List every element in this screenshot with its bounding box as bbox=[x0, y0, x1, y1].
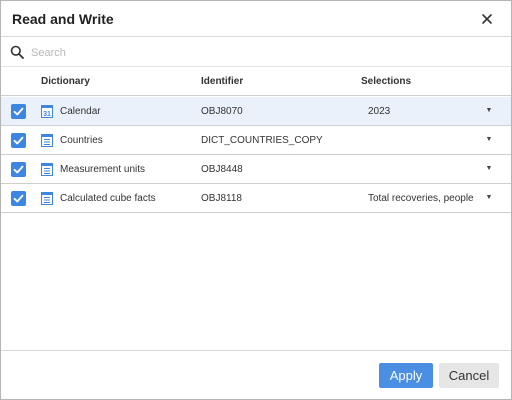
row-dictionary-name: Countries bbox=[60, 135, 103, 146]
dropdown-arrow-icon[interactable]: ▼ bbox=[483, 105, 495, 117]
dialog-title: Read and Write bbox=[12, 11, 114, 27]
row-dictionary-name: Calculated cube facts bbox=[60, 193, 156, 204]
dictionary-icon bbox=[41, 134, 53, 147]
close-icon bbox=[482, 14, 492, 24]
dictionary-icon bbox=[41, 163, 53, 176]
svg-text:31: 31 bbox=[43, 111, 51, 118]
table-row[interactable]: Measurement units OBJ8448 ▼ bbox=[1, 155, 511, 184]
read-write-dialog: Read and Write Dictionary Identifier Sel… bbox=[0, 0, 512, 400]
column-header-identifier[interactable]: Identifier bbox=[201, 76, 243, 87]
search-bar bbox=[1, 38, 511, 67]
search-icon bbox=[10, 45, 24, 59]
dropdown-arrow-icon[interactable]: ▼ bbox=[483, 192, 495, 204]
calendar-icon: 31 bbox=[41, 105, 53, 118]
row-checkbox[interactable] bbox=[11, 162, 26, 177]
row-identifier: OBJ8070 bbox=[201, 106, 243, 117]
table-row[interactable]: 31 Calendar OBJ8070 2023 ▼ bbox=[1, 97, 511, 126]
dropdown-arrow-icon[interactable]: ▼ bbox=[483, 163, 495, 175]
checkmark-icon bbox=[13, 194, 24, 203]
row-identifier: OBJ8118 bbox=[201, 193, 242, 204]
dialog-footer: Apply Cancel bbox=[1, 350, 511, 399]
close-button[interactable] bbox=[477, 9, 497, 29]
row-checkbox[interactable] bbox=[11, 133, 26, 148]
row-dictionary-name: Measurement units bbox=[60, 164, 146, 175]
cancel-button[interactable]: Cancel bbox=[439, 363, 499, 388]
search-input[interactable] bbox=[31, 43, 501, 62]
row-dictionary-name: Calendar bbox=[60, 106, 101, 117]
dictionary-icon bbox=[41, 192, 53, 205]
checkmark-icon bbox=[13, 107, 24, 116]
checkmark-icon bbox=[13, 136, 24, 145]
apply-button[interactable]: Apply bbox=[379, 363, 433, 388]
table-row[interactable]: Calculated cube facts OBJ8118 Total reco… bbox=[1, 184, 511, 213]
checkmark-icon bbox=[13, 165, 24, 174]
row-checkbox[interactable] bbox=[11, 191, 26, 206]
row-selection-value[interactable]: Total recoveries, people bbox=[368, 193, 474, 204]
column-header-selections[interactable]: Selections bbox=[361, 76, 411, 87]
row-checkbox[interactable] bbox=[11, 104, 26, 119]
row-selection-value[interactable]: 2023 bbox=[368, 106, 390, 117]
table-header: Dictionary Identifier Selections bbox=[1, 67, 511, 96]
dialog-header: Read and Write bbox=[1, 1, 511, 37]
table-row[interactable]: Countries DICT_COUNTRIES_COPY ▼ bbox=[1, 126, 511, 155]
dropdown-arrow-icon[interactable]: ▼ bbox=[483, 134, 495, 146]
row-identifier: DICT_COUNTRIES_COPY bbox=[201, 135, 323, 146]
column-header-dictionary[interactable]: Dictionary bbox=[41, 76, 90, 87]
row-identifier: OBJ8448 bbox=[201, 164, 243, 175]
